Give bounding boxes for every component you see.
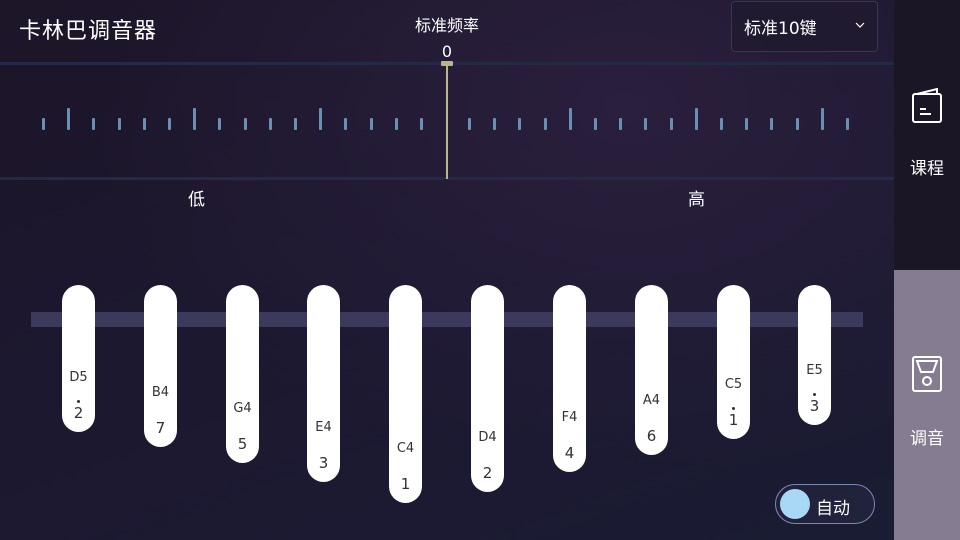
- book-icon: [912, 88, 942, 123]
- scale-minor-tick: [268, 118, 272, 130]
- chevron-down-icon: [855, 22, 865, 28]
- tine-note-label: E4: [315, 420, 332, 435]
- scale-minor-tick: [294, 118, 297, 130]
- scale-minor-tick: [543, 118, 547, 130]
- tine-note-label: E5: [806, 363, 823, 378]
- scale-minor-tick: [644, 118, 648, 130]
- scale-minor-tick: [243, 118, 247, 130]
- sidebar-item-label: 调音: [910, 429, 944, 449]
- low-label: 低: [188, 190, 205, 210]
- tine-b4[interactable]: B4 7: [144, 285, 177, 447]
- tuner-icon: [912, 356, 942, 392]
- frequency-value: 0: [441, 42, 453, 61]
- scale-minor-tick: [117, 118, 121, 130]
- sidebar-item-course[interactable]: 课程: [894, 0, 960, 270]
- tine-f4[interactable]: F4 4: [553, 285, 586, 472]
- scale-minor-tick: [420, 118, 423, 130]
- scale-minor-tick: [846, 118, 849, 130]
- sidebar: 课程 调音: [894, 0, 960, 540]
- tine-e4[interactable]: E4 3: [307, 285, 340, 482]
- tine-note-label: D5: [69, 370, 88, 385]
- octave-dot: [813, 393, 816, 396]
- sidebar-item-label: 课程: [910, 159, 944, 179]
- tine-number-label: 6: [646, 427, 657, 445]
- scale-minor-tick: [468, 118, 471, 130]
- tine-note-label: G4: [233, 401, 252, 416]
- scale-major-tick: [568, 108, 572, 130]
- tine-number-label: 7: [155, 419, 166, 437]
- scale-minor-tick: [493, 118, 497, 130]
- scale-minor-tick: [720, 118, 723, 130]
- tuning-needle: [446, 63, 448, 179]
- scale-minor-tick: [142, 118, 146, 130]
- tine-note-label: D4: [478, 430, 497, 445]
- scale-minor-tick: [619, 118, 623, 130]
- tine-number-label: 3: [318, 454, 329, 472]
- tine-e5[interactable]: E5 3: [798, 285, 831, 425]
- scale-minor-tick: [92, 118, 96, 130]
- tine-number-label: 4: [564, 444, 575, 462]
- frequency-title-text: 标准频率: [414, 16, 479, 35]
- tine-g4[interactable]: G4 5: [226, 285, 259, 463]
- tine-number-label: 1: [400, 475, 411, 493]
- tine-note-label: C4: [396, 441, 415, 456]
- high-label: 高: [688, 190, 705, 210]
- scale-major-tick: [694, 108, 698, 130]
- tine-number-label: 1: [728, 411, 739, 429]
- scale-minor-tick: [795, 118, 799, 130]
- tine-note-label: B4: [151, 385, 170, 400]
- sidebar-item-tuner[interactable]: 调音: [894, 270, 960, 540]
- scale-minor-tick: [344, 118, 348, 130]
- tine-note-label: A4: [642, 393, 661, 408]
- scale-minor-tick: [745, 118, 749, 130]
- scale-minor-tick: [770, 118, 774, 130]
- scale-major-tick: [820, 108, 824, 130]
- octave-dot: [732, 407, 735, 410]
- scale-major-tick: [67, 108, 71, 130]
- scale-minor-tick: [218, 118, 222, 130]
- tine-number-label: 3: [809, 397, 820, 415]
- auto-mode-toggle[interactable]: 自动: [775, 484, 875, 524]
- auto-mode-label: 自动: [816, 499, 850, 519]
- scale-minor-tick: [594, 118, 597, 130]
- tine-c5[interactable]: C5 1: [717, 285, 750, 439]
- tine-c4[interactable]: C4 1: [389, 285, 422, 503]
- tuner-main-panel: 卡林巴调音器 标准频率 标准10键 0 低 高 D5 2 B4 7 G4 5 E4 3 C4 1 D…: [0, 0, 894, 540]
- tine-number-label: 2: [73, 404, 84, 422]
- tine-note-label: C5: [724, 377, 743, 392]
- tine-note-label: F4: [561, 410, 578, 425]
- key-count-select[interactable]: 标准10键: [731, 1, 878, 52]
- scale-minor-tick: [394, 118, 398, 130]
- scale-minor-tick: [42, 118, 45, 130]
- tine-number-label: 2: [482, 464, 493, 482]
- scale-minor-tick: [369, 118, 373, 130]
- scale-minor-tick: [669, 118, 673, 130]
- scale-minor-tick: [168, 118, 171, 130]
- scale-major-tick: [319, 108, 323, 130]
- tine-a4[interactable]: A4 6: [635, 285, 668, 455]
- octave-dot: [77, 400, 80, 403]
- tine-number-label: 5: [237, 435, 248, 453]
- key-count-select-value: 标准10键: [744, 19, 817, 39]
- tine-d4[interactable]: D4 2: [471, 285, 504, 492]
- scale-minor-tick: [518, 118, 522, 130]
- toggle-knob: [780, 489, 810, 519]
- scale-major-tick: [193, 108, 197, 130]
- tine-d5[interactable]: D5 2: [62, 285, 95, 432]
